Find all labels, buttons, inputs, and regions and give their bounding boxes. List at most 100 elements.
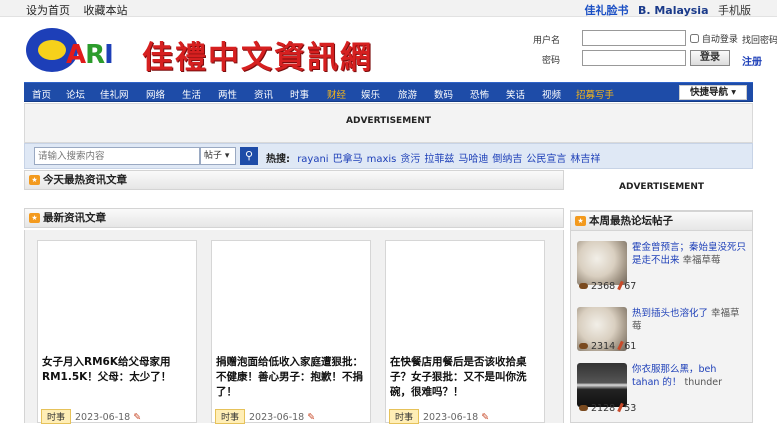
post-stats: 2314 61 [577,340,637,352]
auto-login-checkbox[interactable] [690,34,699,43]
post-title-block: 你衣服那么黑，beh tahan 的！ thunder [632,363,746,389]
auto-login-label: 自动登录 [701,35,738,45]
nav-item[interactable]: 恐怖 [470,87,489,101]
nav-item[interactable]: 数码 [434,87,453,101]
search-input[interactable] [34,147,200,165]
hot-search-term[interactable]: 贪污 [400,154,420,165]
nav-item[interactable]: 娱乐 [361,87,380,101]
site-logo[interactable]: ARI [26,26,138,74]
username-label: 用户名 [532,36,560,46]
side-advertisement: ADVERTISEMENT [570,170,753,206]
latest-articles: 女子月入RM6K给父母家用RM1.5K！父母：太少了！ 时事 2023-06-18 … [24,230,564,424]
article-card[interactable]: 在快餐店用餐后是否该收拾桌子？女子狠批：又不是叫你洗碗，很难吗？！ 时事 2023-… [385,240,545,424]
nav-item[interactable]: 论坛 [66,87,85,101]
article-card[interactable]: 捐赠泡面给低收入家庭遭狠批：不健康！善心男子：抱歉！不捐了！ 时事 2023-06-… [211,240,371,424]
header: ARI 佳禮中文資訊網 用户名 自动登录 找回密码 密码 登录 注册 [24,22,777,78]
views-icon [579,405,588,411]
hot-search-term[interactable]: 倒纳吉 [492,154,522,165]
article-tag[interactable]: 时事 [41,409,72,424]
ad-label: ADVERTISEMENT [619,182,704,192]
hot-search-term[interactable]: 马哈迪 [458,154,488,165]
article-date: 2023-06-18 [75,412,131,423]
hot-search-term[interactable]: 巴拿马 [333,154,363,165]
post-author[interactable]: 幸福草莓 [683,255,721,266]
section-icon: ★ [29,175,40,185]
hot-search-term[interactable]: 林吉祥 [570,154,600,165]
search-button[interactable]: ⚲ [240,147,258,165]
post-views: 2128 [591,403,616,414]
pencil-icon: ✎ [481,412,490,423]
login-form: 用户名 自动登录 找回密码 密码 登录 注册 [514,30,777,70]
article-image[interactable] [386,241,544,351]
post-replies: 67 [624,281,637,292]
login-button[interactable]: 登录 [690,50,730,66]
article-image[interactable] [212,241,370,351]
malaysia-link[interactable]: B. Malaysia [638,4,709,17]
nav-item[interactable]: 两性 [218,87,237,101]
article-title[interactable]: 在快餐店用餐后是否该收拾桌子？女子狠批：又不是叫你洗碗，很难吗？！ [390,355,540,400]
nav-item[interactable]: 视频 [542,87,561,101]
section-icon: ★ [575,216,586,226]
weekly-forum-header: ★ 本周最热论坛帖子 [570,211,753,231]
post-author[interactable]: thunder [684,377,722,388]
hot-searches: 热搜: rayani 巴拿马 maxis 贪污 拉菲兹 马哈迪 倒纳吉 公民宣言 林吉祥 [266,150,600,165]
article-date: 2023-06-18 [249,412,305,423]
register-link[interactable]: 注册 [742,53,762,68]
article-tag[interactable]: 时事 [389,409,420,424]
article-meta: 时事 2023-06-18 ✎ [389,409,489,424]
post-title-block: 热到插头也溶化了 幸福草莓 [632,307,746,333]
bookmark-link[interactable]: 收藏本站 [84,4,128,17]
mobile-link[interactable]: 手机版 [718,4,751,17]
pencil-icon: ✎ [133,412,142,423]
post-thumbnail[interactable] [577,363,627,407]
nav-item[interactable]: 佳礼网 [100,87,129,101]
pencil-icon: ✎ [307,412,316,423]
nav-item[interactable]: 财经 [327,87,346,101]
hot-search-term[interactable]: rayani [297,154,328,165]
weekly-forum-panel: ★ 本周最热论坛帖子 霍金曾预言；秦始皇没死只是走不出来 幸福草莓 2368 67 热… [570,210,753,423]
article-title[interactable]: 女子月入RM6K给父母家用RM1.5K！父母：太少了！ [42,355,192,385]
quick-nav-button[interactable]: 快捷导航 ▾ [679,85,747,100]
nav-item[interactable]: 旅游 [398,87,417,101]
hot-search-term[interactable]: maxis [367,154,397,165]
today-hot-header: ★ 今天最热资讯文章 [24,170,564,190]
facebook-link[interactable]: 佳礼脸书 [584,4,628,17]
section-icon: ★ [29,213,40,223]
auto-login[interactable]: 自动登录 [690,32,738,45]
replies-icon [617,340,624,351]
hot-search-term[interactable]: 公民宣言 [526,154,566,165]
post-replies: 53 [624,403,637,414]
article-card[interactable]: 女子月入RM6K给父母家用RM1.5K！父母：太少了！ 时事 2023-06-18 … [37,240,197,424]
hot-label: 热搜: [266,154,290,165]
post-views: 2368 [591,281,616,292]
username-input[interactable] [582,30,686,46]
forgot-password-link[interactable]: 找回密码 [742,33,777,46]
post-stats: 2128 53 [577,402,637,414]
nav-item[interactable]: 首页 [32,87,51,101]
logo-text: ARI [66,40,114,70]
article-image[interactable] [38,241,196,351]
search-bar: 帖子 ▾ ⚲ 热搜: rayani 巴拿马 maxis贪污拉菲兹马哈迪倒纳吉公民宣言… [24,143,753,169]
replies-icon [617,280,624,291]
nav-item[interactable]: 资讯 [254,87,273,101]
article-date: 2023-06-18 [423,412,479,423]
article-meta: 时事 2023-06-18 ✎ [41,409,141,424]
nav-item[interactable]: 笑话 [506,87,525,101]
nav-item[interactable]: 时事 [290,87,309,101]
password-input[interactable] [582,50,686,66]
replies-icon [617,402,624,413]
search-type-select[interactable]: 帖子 ▾ [200,147,236,165]
post-thumbnail[interactable] [577,241,627,285]
article-tag[interactable]: 时事 [215,409,246,424]
nav-item[interactable]: 网络 [146,87,165,101]
article-title[interactable]: 捐赠泡面给低收入家庭遭狠批：不健康！善心男子：抱歉！不捐了！ [216,355,366,400]
post-replies: 61 [624,341,637,352]
views-icon [579,343,588,349]
nav-item[interactable]: 招募写手 [576,87,614,101]
top-bar: 设为首页 收藏本站 佳礼脸书 B. Malaysia 手机版 [0,0,777,17]
hot-search-term[interactable]: 拉菲兹 [424,154,454,165]
set-home-link[interactable]: 设为首页 [26,4,70,17]
post-title[interactable]: 热到插头也溶化了 [632,308,708,319]
nav-item[interactable]: 生活 [182,87,201,101]
search-icon: ⚲ [244,149,254,162]
